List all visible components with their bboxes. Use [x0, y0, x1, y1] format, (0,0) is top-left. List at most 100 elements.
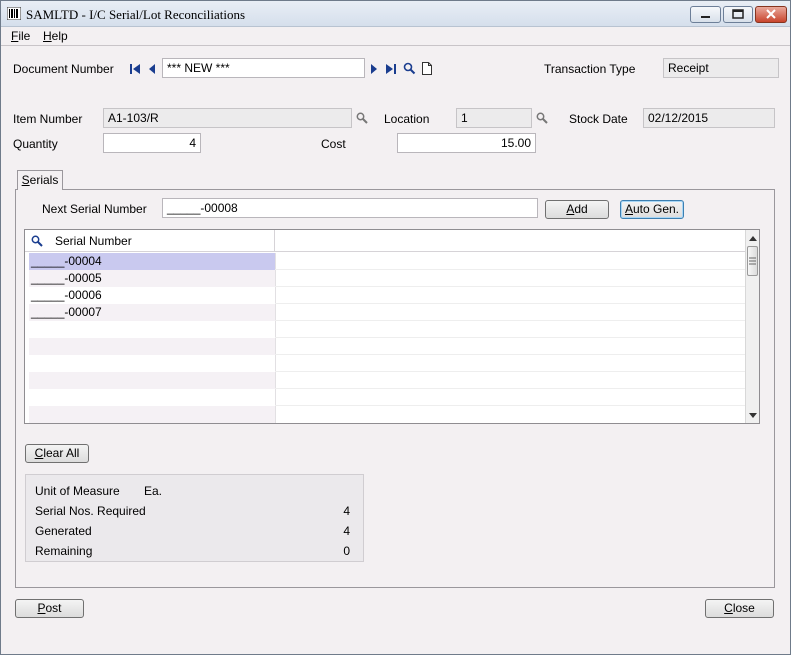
grid-header: Serial Number: [25, 230, 745, 252]
serial-cell[interactable]: [29, 321, 275, 338]
table-row[interactable]: [25, 372, 745, 389]
serial-cell[interactable]: [29, 406, 275, 423]
auto-gen-button-hotkey: A: [624, 202, 633, 216]
grid-cell-empty: [275, 355, 745, 372]
serial-cell[interactable]: [29, 372, 275, 389]
add-button[interactable]: Add: [545, 200, 609, 219]
window-title: SAMLTD - I/C Serial/Lot Reconciliations: [26, 7, 246, 22]
next-serial-label: Next Serial Number: [42, 202, 147, 216]
menu-bar: File Help: [1, 27, 790, 45]
serial-cell[interactable]: _____-00004: [29, 253, 275, 270]
location-label: Location: [384, 112, 430, 126]
clear-all-button[interactable]: Clear All: [25, 444, 89, 463]
tab-serials[interactable]: Serials: [17, 170, 63, 190]
serial-cell[interactable]: _____-00006: [29, 287, 275, 304]
menu-help[interactable]: Help: [43, 29, 68, 43]
item-number-label: Item Number: [13, 112, 83, 126]
item-finder-icon[interactable]: [356, 112, 368, 124]
auto-gen-button[interactable]: Auto Gen.: [620, 200, 684, 219]
serial-cell[interactable]: [29, 389, 275, 406]
close-button[interactable]: Close: [705, 599, 774, 618]
quantity-input[interactable]: 4: [103, 133, 201, 153]
cost-label: Cost: [321, 137, 346, 151]
table-row[interactable]: [25, 355, 745, 372]
serial-grid[interactable]: Serial Number _____-00004 _____-00005 __…: [24, 229, 760, 424]
zoom-finder-icon[interactable]: [403, 62, 416, 75]
minimize-icon: [701, 16, 710, 18]
post-button[interactable]: Post: [15, 599, 84, 618]
close-window-button[interactable]: [755, 6, 787, 23]
clear-all-hotkey: C: [34, 446, 44, 460]
first-record-icon[interactable]: [129, 63, 141, 75]
close-label: lose: [732, 601, 755, 615]
grid-scrollbar[interactable]: [745, 230, 759, 423]
generated-value: 4: [343, 524, 350, 538]
grid-search-icon[interactable]: [31, 235, 43, 247]
remaining-label: Remaining: [35, 544, 93, 558]
unit-of-measure-label: Unit of Measure: [35, 484, 120, 498]
grid-cell-empty: [275, 304, 745, 321]
quantity-label: Quantity: [13, 137, 58, 151]
serial-number-column-header[interactable]: Serial Number: [25, 230, 275, 252]
grid-cell-empty: [275, 338, 745, 355]
table-row[interactable]: [25, 389, 745, 406]
table-row[interactable]: [25, 338, 745, 355]
serial-required-value: 4: [343, 504, 350, 518]
stock-date-field: 02/12/2015: [643, 108, 775, 128]
clear-all-label: lear All: [43, 446, 80, 460]
table-row[interactable]: _____-00007: [25, 304, 745, 321]
next-serial-input[interactable]: _____-00008: [162, 198, 538, 218]
serial-number-header-label: Serial Number: [55, 234, 132, 248]
tab-serials-label: erials: [29, 173, 59, 187]
post-hotkey: P: [37, 601, 46, 615]
app-icon: [7, 7, 21, 20]
location-finder-icon[interactable]: [536, 112, 548, 124]
main-window: SAMLTD - I/C Serial/Lot Reconciliations …: [0, 0, 791, 655]
next-record-icon[interactable]: [369, 63, 379, 75]
table-row[interactable]: _____-00004: [25, 253, 745, 270]
last-record-icon[interactable]: [385, 63, 397, 75]
menu-separator: [1, 45, 790, 46]
serial-cell[interactable]: _____-00005: [29, 270, 275, 287]
grip-icon: [749, 257, 756, 265]
grid-cell-empty: [275, 321, 745, 338]
grid-cell-empty: [275, 253, 745, 270]
serial-cell[interactable]: [29, 338, 275, 355]
table-row[interactable]: [25, 321, 745, 338]
table-row[interactable]: [25, 406, 745, 423]
previous-record-icon[interactable]: [147, 63, 157, 75]
serial-cell[interactable]: _____-00007: [29, 304, 275, 321]
location-field: 1: [456, 108, 532, 128]
menu-file-label: ile: [18, 29, 31, 43]
post-label: ost: [45, 601, 62, 615]
scroll-up-icon[interactable]: [749, 235, 757, 241]
document-number-label: Document Number: [13, 62, 114, 76]
menu-help-hotkey: H: [43, 29, 52, 43]
document-number-input[interactable]: *** NEW ***: [162, 58, 365, 78]
menu-file[interactable]: File: [11, 29, 30, 43]
grid-cell-empty: [275, 270, 745, 287]
close-hotkey: C: [724, 601, 733, 615]
maximize-icon: [732, 9, 744, 19]
maximize-button[interactable]: [723, 6, 753, 23]
grid-cell-empty: [275, 389, 745, 406]
grid-cell-empty: [275, 406, 745, 423]
transaction-type-label: Transaction Type: [544, 62, 636, 76]
table-row[interactable]: _____-00006: [25, 287, 745, 304]
minimize-button[interactable]: [690, 6, 721, 23]
scroll-down-icon[interactable]: [749, 413, 757, 419]
cost-input[interactable]: 15.00: [397, 133, 536, 153]
summary-box: Unit of Measure Ea. Serial Nos. Required…: [25, 474, 364, 562]
title-bar: SAMLTD - I/C Serial/Lot Reconciliations: [1, 1, 790, 27]
generated-label: Generated: [35, 524, 92, 538]
scroll-thumb[interactable]: [747, 246, 758, 276]
remaining-value: 0: [343, 544, 350, 558]
add-button-label: dd: [574, 202, 588, 216]
item-number-field: A1-103/R: [103, 108, 352, 128]
new-document-icon[interactable]: [421, 62, 433, 75]
serial-cell[interactable]: [29, 355, 275, 372]
grid-cell-empty: [275, 287, 745, 304]
auto-gen-button-label: uto Gen.: [632, 202, 680, 216]
grid-cell-empty: [275, 372, 745, 389]
table-row[interactable]: _____-00005: [25, 270, 745, 287]
